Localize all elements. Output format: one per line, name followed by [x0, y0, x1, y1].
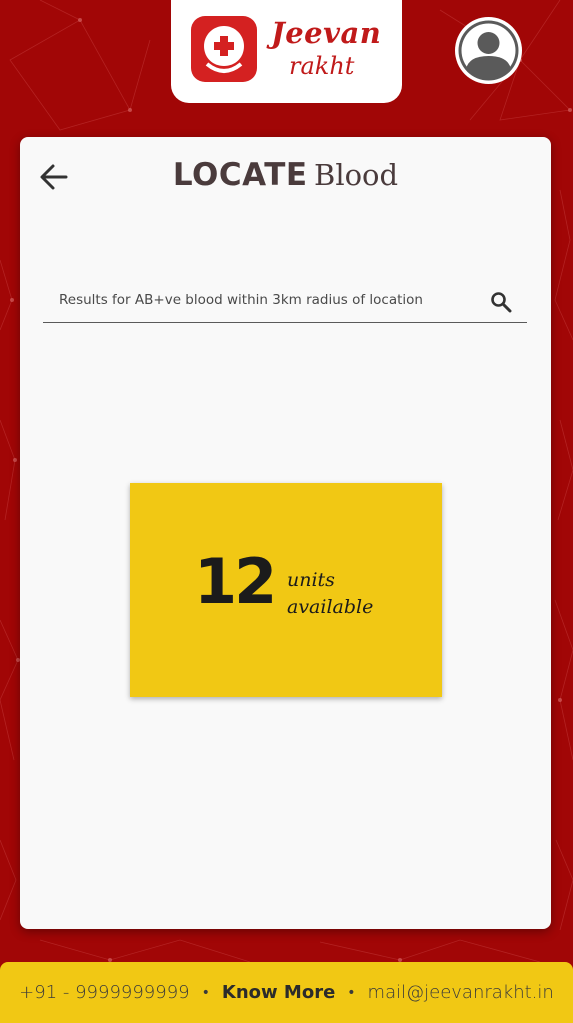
know-more-link[interactable]: Know More	[222, 982, 335, 1003]
app-logo[interactable]: Jeevan rakht	[171, 0, 402, 103]
units-available-card[interactable]: 12 units available	[130, 483, 442, 697]
user-avatar-icon	[458, 20, 519, 81]
page-title: LOCATE Blood	[20, 157, 551, 193]
locate-blood-card: LOCATE Blood Results for AB+ve blood wit…	[20, 137, 551, 929]
units-label-line1: units	[287, 569, 335, 591]
brand-name-line2: rakht	[289, 52, 355, 80]
units-label-line2: available	[287, 596, 374, 618]
profile-avatar-button[interactable]	[455, 17, 522, 84]
search-input[interactable]: Results for AB+ve blood within 3km radiu…	[59, 292, 489, 308]
page-title-light: Blood	[314, 158, 399, 192]
page-title-strong: LOCATE	[172, 157, 308, 193]
footer-separator: •	[201, 984, 210, 1001]
footer-separator: •	[347, 984, 356, 1001]
units-count: 12	[194, 545, 277, 618]
footer-phone-link[interactable]: +91 - 9999999999	[19, 982, 189, 1003]
search-button[interactable]	[489, 290, 513, 314]
footer-bar: +91 - 9999999999 • Know More • mail@jeev…	[0, 962, 573, 1023]
footer-email-link[interactable]: mail@jeevanrakht.in	[368, 982, 554, 1003]
units-label: units available	[287, 567, 373, 621]
brand-name-line1: Jeevan	[271, 16, 382, 50]
blood-drop-logo-icon	[191, 16, 257, 82]
search-icon	[491, 292, 512, 313]
search-field[interactable]: Results for AB+ve blood within 3km radiu…	[43, 285, 527, 323]
